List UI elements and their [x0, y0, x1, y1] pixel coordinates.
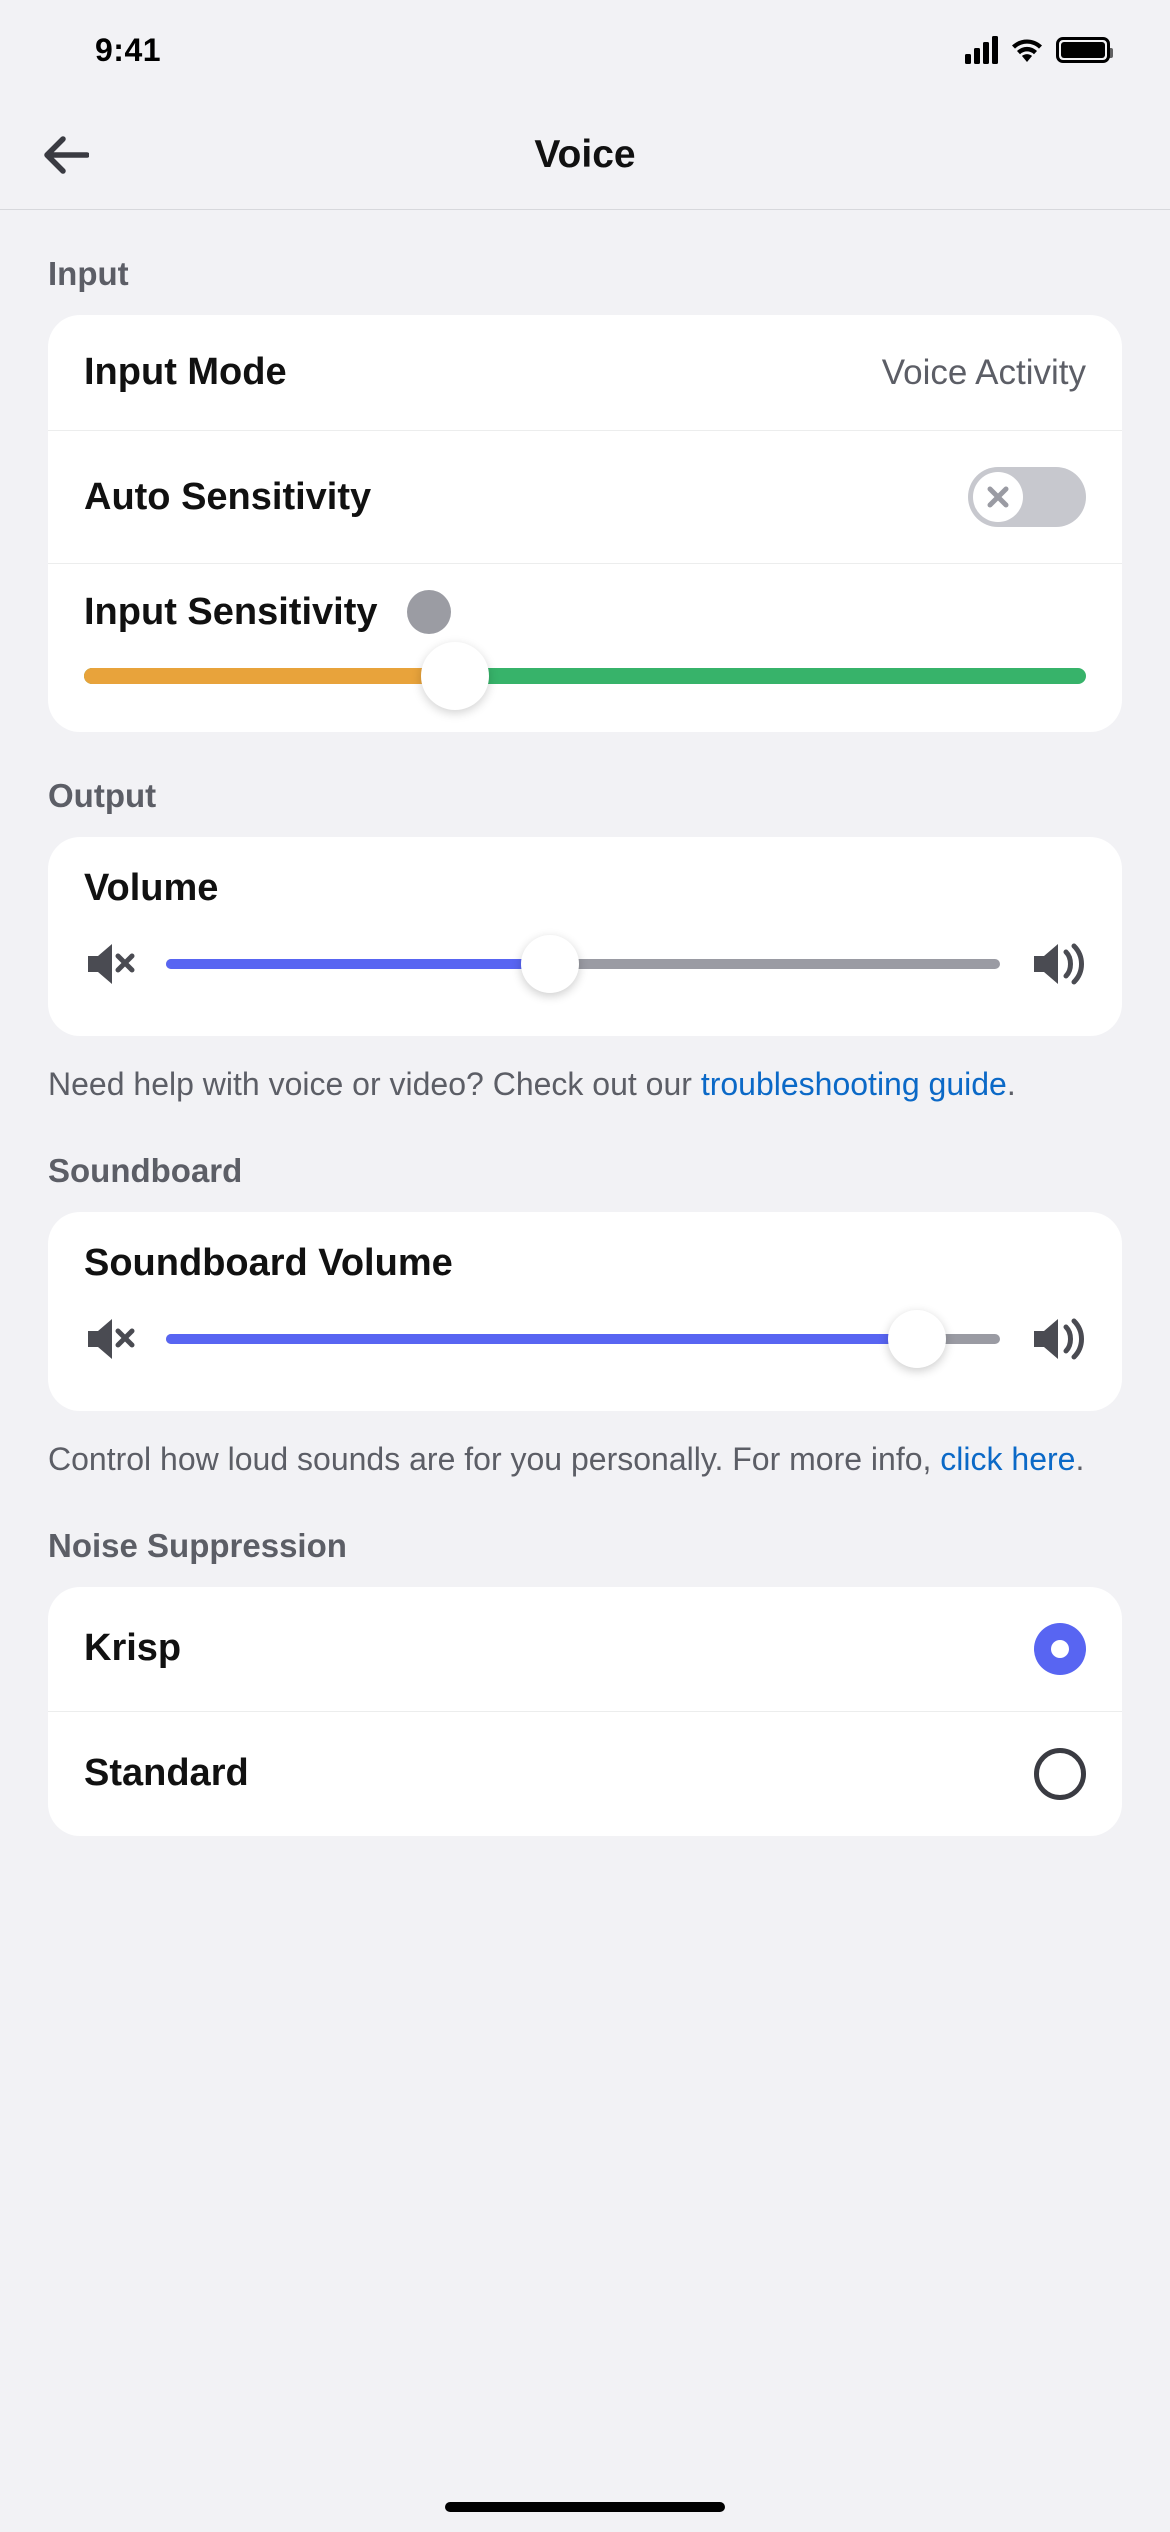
auto-sensitivity-row: Auto Sensitivity — [48, 430, 1122, 563]
noise-option-standard[interactable]: Standard — [48, 1711, 1122, 1836]
input-sensitivity-slider[interactable] — [84, 668, 1086, 684]
soundboard-volume-fill — [166, 1334, 917, 1344]
soundboard-volume-slider[interactable] — [166, 1334, 1000, 1344]
arrow-left-icon — [43, 135, 89, 175]
speaker-loud-icon — [1030, 940, 1086, 988]
sensitivity-thumb[interactable] — [421, 642, 489, 710]
soundboard-volume-label: Soundboard Volume — [84, 1242, 1086, 1285]
status-indicators — [965, 36, 1110, 64]
input-mode-value: Voice Activity — [882, 353, 1086, 393]
troubleshooting-link[interactable]: troubleshooting guide — [701, 1066, 1007, 1102]
back-button[interactable] — [36, 125, 96, 185]
helper-suffix: . — [1075, 1441, 1084, 1477]
input-mode-row[interactable]: Input Mode Voice Activity — [48, 315, 1122, 430]
input-sensitivity-row: Input Sensitivity — [48, 563, 1122, 732]
noise-card: Krisp Standard — [48, 1587, 1122, 1836]
output-helper-text: Need help with voice or video? Check out… — [0, 1036, 1170, 1107]
volume-label: Volume — [84, 867, 1086, 910]
volume-thumb[interactable] — [521, 935, 579, 993]
speaker-loud-icon — [1030, 1315, 1086, 1363]
x-icon — [985, 484, 1011, 510]
home-indicator — [445, 2502, 725, 2512]
radio-unselected[interactable] — [1034, 1748, 1086, 1800]
page-title: Voice — [534, 133, 635, 177]
volume-slider[interactable] — [166, 959, 1000, 969]
input-card: Input Mode Voice Activity Auto Sensitivi… — [48, 315, 1122, 732]
sensitivity-level-indicator — [407, 590, 451, 634]
helper-text: Need help with voice or video? Check out… — [48, 1066, 701, 1102]
cellular-signal-icon — [965, 36, 998, 64]
radio-selected[interactable] — [1034, 1623, 1086, 1675]
status-time: 9:41 — [95, 32, 161, 69]
noise-option-label: Standard — [84, 1752, 249, 1795]
nav-header: Voice — [0, 100, 1170, 210]
volume-block: Volume — [48, 837, 1122, 1036]
section-heading-noise: Noise Suppression — [0, 1482, 1170, 1587]
auto-sensitivity-toggle[interactable] — [968, 467, 1086, 527]
sensitivity-fill — [84, 668, 455, 684]
input-sensitivity-label: Input Sensitivity — [84, 591, 377, 634]
section-heading-soundboard: Soundboard — [0, 1107, 1170, 1212]
helper-text: Control how loud sounds are for you pers… — [48, 1441, 940, 1477]
helper-suffix: . — [1007, 1066, 1016, 1102]
section-heading-input: Input — [0, 210, 1170, 315]
toggle-knob — [973, 472, 1023, 522]
soundboard-volume-thumb[interactable] — [888, 1310, 946, 1368]
output-card: Volume — [48, 837, 1122, 1036]
soundboard-helper-text: Control how loud sounds are for you pers… — [0, 1411, 1170, 1482]
input-mode-label: Input Mode — [84, 351, 287, 394]
volume-fill — [166, 959, 550, 969]
soundboard-volume-block: Soundboard Volume — [48, 1212, 1122, 1411]
status-bar: 9:41 — [0, 0, 1170, 100]
wifi-icon — [1010, 37, 1044, 63]
section-heading-output: Output — [0, 732, 1170, 837]
battery-icon — [1056, 37, 1110, 63]
speaker-mute-icon — [84, 1315, 136, 1363]
noise-option-krisp[interactable]: Krisp — [48, 1587, 1122, 1711]
soundboard-card: Soundboard Volume — [48, 1212, 1122, 1411]
soundboard-info-link[interactable]: click here — [940, 1441, 1075, 1477]
auto-sensitivity-label: Auto Sensitivity — [84, 476, 371, 519]
noise-option-label: Krisp — [84, 1627, 181, 1670]
speaker-mute-icon — [84, 940, 136, 988]
